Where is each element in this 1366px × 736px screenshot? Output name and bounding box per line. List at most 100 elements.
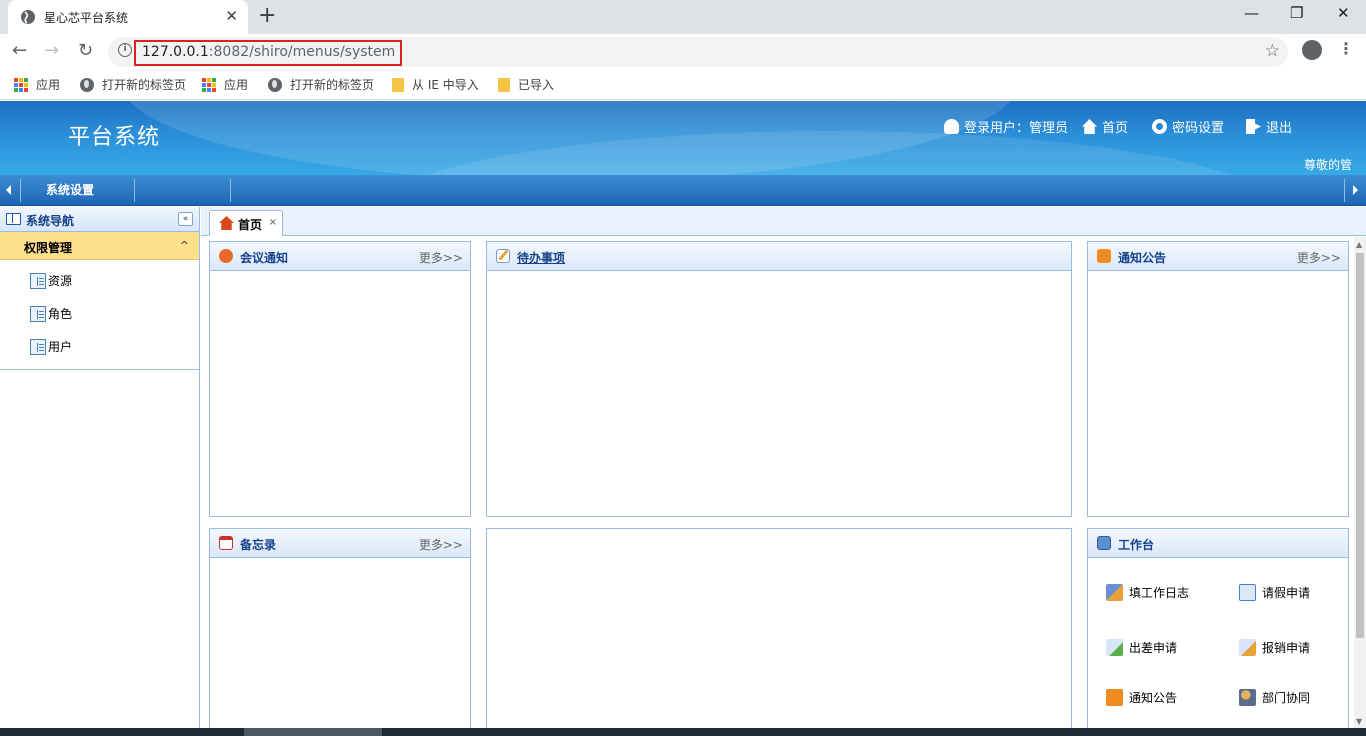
scroll-left-icon[interactable]	[6, 185, 11, 195]
bookmarks-bar: 应用 打开新的标签页 应用 打开新的标签页 从 IE 中导入 已导入	[0, 70, 1366, 100]
work-item-business-trip[interactable]: 出差申请	[1106, 639, 1177, 656]
people-icon	[1239, 689, 1256, 706]
announcement-panel: 通知公告 更多>>	[1087, 241, 1349, 517]
mail-arrow-icon	[1106, 639, 1123, 656]
new-tab-button[interactable]: +	[258, 3, 276, 28]
sidebar-item-resources[interactable]: 资源	[0, 264, 199, 297]
bookmark-apps[interactable]: 应用	[14, 76, 60, 93]
restore-button[interactable]: ❐	[1290, 4, 1303, 22]
edit-icon	[496, 249, 510, 263]
taskbar-active-app[interactable]	[244, 728, 382, 736]
tab-close-icon[interactable]: ✕	[225, 7, 238, 25]
welcome-text: 尊敬的管	[1303, 158, 1352, 172]
scrollbar-thumb[interactable]	[1356, 253, 1364, 638]
todo-title-link[interactable]: 待办事项	[517, 249, 565, 266]
browser-tab[interactable]: 星心芯平台系统 ✕	[8, 0, 248, 34]
monitor-icon	[1097, 536, 1111, 550]
bookmark-new-tab-2[interactable]: 打开新的标签页	[268, 76, 374, 93]
sidebar-item-label: 角色	[48, 307, 73, 321]
password-settings-label: 密码设置	[1172, 121, 1225, 136]
more-link[interactable]: 更多>>	[419, 536, 463, 553]
bookmark-label: 打开新的标签页	[290, 78, 375, 92]
browser-tabstrip: 星心芯平台系统 ✕ + — ❐ ✕	[0, 0, 1366, 34]
work-item-department-collab[interactable]: 部门协同	[1239, 689, 1310, 706]
scroll-right-icon[interactable]	[1353, 185, 1358, 195]
work-item-label: 出差申请	[1129, 641, 1178, 655]
blank-panel	[486, 528, 1072, 736]
bookmark-imported[interactable]: 已导入	[498, 76, 554, 93]
bookmark-label: 从 IE 中导入	[412, 78, 479, 92]
home-link[interactable]: 首页	[1082, 117, 1128, 136]
announcement-icon	[1106, 689, 1123, 706]
back-button[interactable]: ←	[12, 40, 27, 61]
logout-label: 退出	[1266, 121, 1293, 136]
password-settings-link[interactable]: 密码设置	[1152, 117, 1224, 136]
bookmark-label: 应用	[224, 78, 249, 92]
forward-button[interactable]: →	[44, 40, 59, 61]
window-close-button[interactable]: ✕	[1337, 4, 1350, 22]
nav-list: 资源 角色 用户	[0, 260, 199, 370]
sidebar-item-roles[interactable]: 角色	[0, 297, 199, 330]
url-text[interactable]: 127.0.0.1:8082/shiro/menus/system	[134, 40, 402, 66]
collapse-sidebar-button[interactable]: «	[178, 212, 193, 226]
panel-header: 备忘录 更多>>	[210, 529, 470, 558]
scroll-up-icon[interactable]: ▲	[1356, 240, 1362, 249]
site-info-icon[interactable]: i	[118, 43, 132, 57]
bookmark-star-icon[interactable]: ☆	[1265, 41, 1280, 61]
chevron-up-icon: ^	[179, 239, 189, 252]
globe-icon	[21, 10, 35, 24]
main-content: 首页 × 会议通知 更多>> 待办事项 通知公告 更多>> 备忘录 更多>> 工…	[201, 207, 1366, 736]
book-icon	[6, 213, 21, 225]
url-host: 127.0.0.1	[142, 44, 209, 60]
reload-button[interactable]: ↻	[78, 40, 93, 61]
sidebar-item-users[interactable]: 用户	[0, 330, 199, 363]
address-bar[interactable]: i 127.0.0.1:8082/shiro/menus/system ☆	[108, 37, 1288, 67]
browser-menu-icon[interactable]: ⋮	[1338, 39, 1354, 58]
work-item-label: 填工作日志	[1129, 586, 1190, 600]
page-tabbar: 首页 ×	[201, 207, 1366, 236]
main-scrollbar[interactable]: ▲ ▼	[1354, 237, 1366, 728]
bookmark-new-tab[interactable]: 打开新的标签页	[80, 76, 186, 93]
panel-header: 通知公告 更多>>	[1088, 242, 1348, 271]
workbench-panel: 工作台 填工作日志 请假申请 出差申请 报销申请 通知公告 部门协同	[1087, 528, 1349, 736]
sidebar: 系统导航 « 权限管理 ^ 资源 角色 用户	[0, 207, 200, 736]
more-link[interactable]: 更多>>	[419, 249, 463, 266]
more-link[interactable]: 更多>>	[1297, 249, 1341, 266]
menu-item-system-settings[interactable]: 系统设置	[46, 181, 94, 198]
work-item-leave-request[interactable]: 请假申请	[1239, 584, 1310, 601]
panel-title: 会议通知	[240, 251, 289, 265]
bookmark-apps-2[interactable]: 应用	[202, 76, 248, 93]
globe-icon	[80, 77, 94, 92]
work-item-label: 请假申请	[1262, 586, 1311, 600]
panel-title: 工作台	[1118, 538, 1155, 552]
todo-panel: 待办事项	[486, 241, 1072, 517]
browser-tab-title: 星心芯平台系统	[44, 11, 129, 25]
scroll-down-icon[interactable]: ▼	[1356, 717, 1362, 726]
home-link-label: 首页	[1102, 121, 1129, 136]
profile-avatar-icon[interactable]	[1302, 40, 1322, 60]
tab-close-icon[interactable]: ×	[269, 217, 277, 228]
work-item-announcement[interactable]: 通知公告	[1106, 689, 1177, 706]
accordion-permission-management[interactable]: 权限管理 ^	[0, 232, 199, 260]
tab-label: 首页	[238, 218, 263, 232]
minimize-button[interactable]: —	[1244, 4, 1259, 22]
panel-title: 备忘录	[240, 538, 277, 552]
tab-home[interactable]: 首页 ×	[209, 210, 283, 236]
bookmark-ie-import[interactable]: 从 IE 中导入	[392, 76, 479, 93]
menu-separator	[230, 179, 231, 202]
memo-panel: 备忘录 更多>>	[209, 528, 471, 736]
logout-link[interactable]: 退出	[1246, 117, 1292, 136]
panel-header: 会议通知 更多>>	[210, 242, 470, 271]
browser-toolbar: ← → ↻ i 127.0.0.1:8082/shiro/menus/syste…	[0, 34, 1366, 70]
globe-icon	[268, 77, 282, 92]
work-item-label: 部门协同	[1262, 691, 1311, 705]
work-item-daily-log[interactable]: 填工作日志	[1106, 584, 1189, 601]
sidebar-item-label: 用户	[48, 340, 73, 354]
url-path: :8082/shiro/menus/system	[208, 44, 396, 60]
page-icon	[30, 305, 46, 322]
announcement-icon	[1097, 249, 1111, 263]
panel-title: 通知公告	[1118, 251, 1167, 265]
menu-separator	[1344, 179, 1345, 202]
login-user-label: 登录用户：管理员	[964, 121, 1069, 136]
work-item-reimbursement[interactable]: 报销申请	[1239, 639, 1310, 656]
